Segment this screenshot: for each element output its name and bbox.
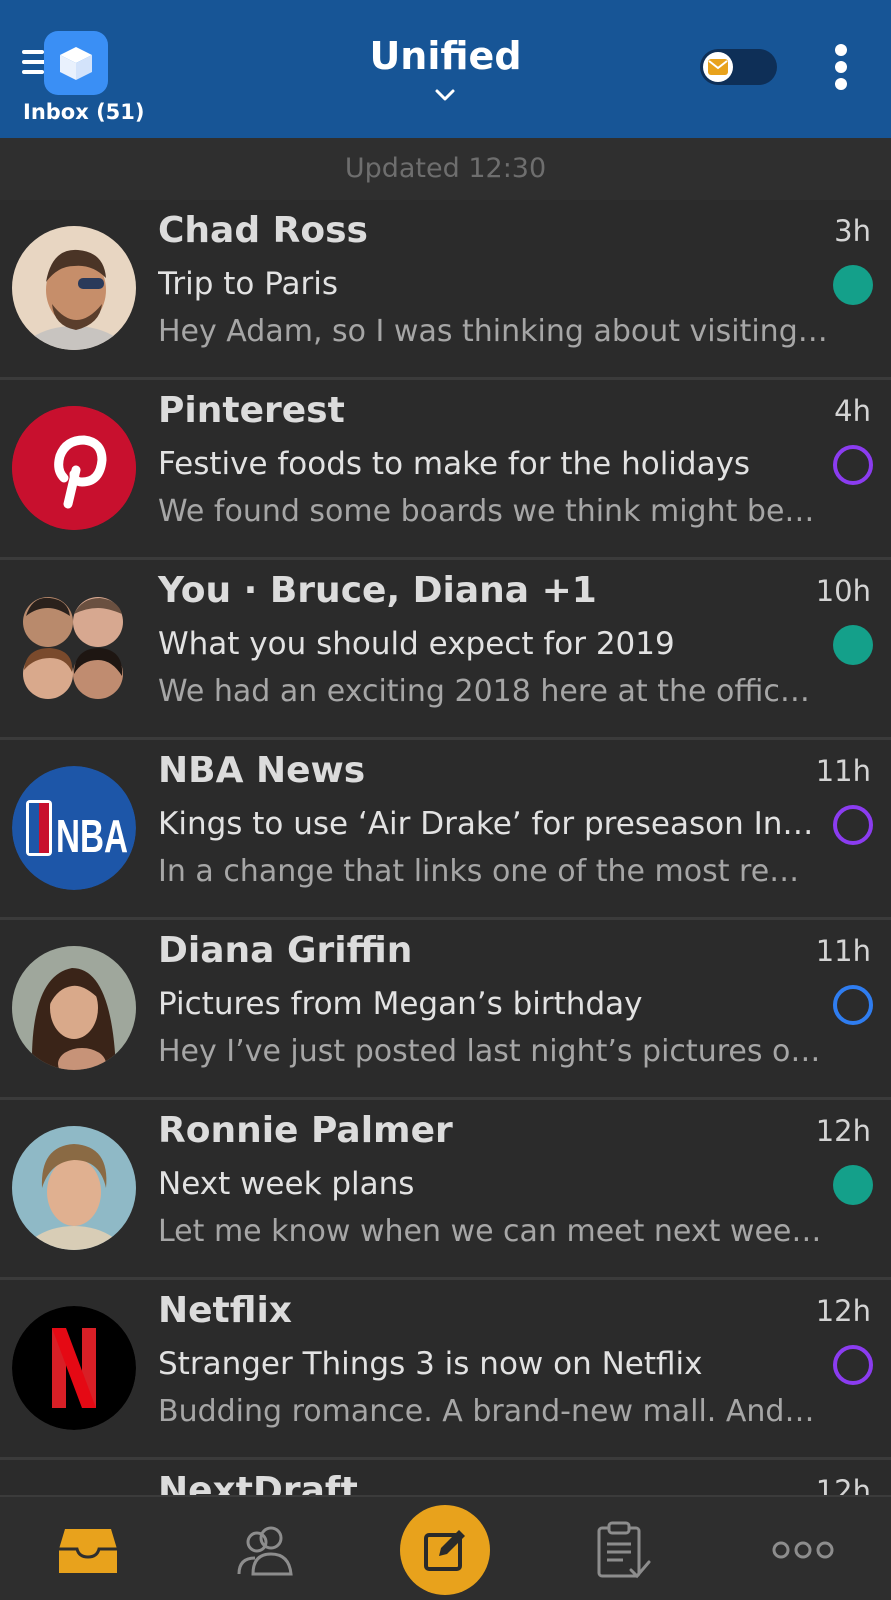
status-outline-dot[interactable]: [833, 1345, 873, 1385]
inbox-tray-icon: [59, 1528, 117, 1573]
status-filled-dot[interactable]: [833, 625, 873, 665]
message-preview: In a change that links one of the most r…: [158, 854, 800, 889]
message-row[interactable]: Netflix 12h Stranger Things 3 is now on …: [0, 1280, 891, 1460]
sender-name: Ronnie Palmer: [158, 1110, 453, 1151]
message-row[interactable]: NextDraft 12h: [0, 1460, 891, 1495]
message-list[interactable]: Chad Ross 3h Trip to Paris Hey Adam, so …: [0, 200, 891, 1495]
message-subject: Stranger Things 3 is now on Netflix: [158, 1346, 703, 1382]
envelope-icon: [703, 52, 733, 82]
sender-name: Chad Ross: [158, 210, 368, 251]
avatar: [12, 226, 136, 350]
message-row[interactable]: Ronnie Palmer 12h Next week plans Let me…: [0, 1100, 891, 1280]
message-subject: Kings to use ‘Air Drake’ for preseason I…: [158, 806, 814, 842]
focus-toggle[interactable]: [700, 49, 777, 85]
nba-logo-icon: NBA: [12, 766, 136, 890]
message-time: 11h: [815, 754, 871, 788]
message-preview: Budding romance. A brand-new mall. And…: [158, 1394, 815, 1429]
message-row[interactable]: You · Bruce, Diana +1 10h What you shoul…: [0, 560, 891, 740]
message-time: 10h: [815, 574, 871, 608]
sender-name: Netflix: [158, 1290, 292, 1331]
message-time: 12h: [815, 1294, 871, 1328]
contacts-tab[interactable]: [218, 1497, 314, 1600]
people-icon: [237, 1526, 293, 1575]
more-tab[interactable]: [755, 1497, 851, 1600]
message-subject: Trip to Paris: [158, 266, 339, 302]
sender-name: Diana Griffin: [158, 930, 413, 971]
sender-name: NBA News: [158, 750, 366, 791]
sender-name: Pinterest: [158, 390, 345, 431]
message-row[interactable]: Chad Ross 3h Trip to Paris Hey Adam, so …: [0, 200, 891, 380]
message-time: 12h: [815, 1114, 871, 1148]
message-subject: Pictures from Megan’s birthday: [158, 986, 643, 1022]
message-time: 4h: [834, 394, 871, 428]
status-filled-dot[interactable]: [833, 1165, 873, 1205]
message-preview: Hey I’ve just posted last night’s pictur…: [158, 1034, 828, 1069]
message-subject: Next week plans: [158, 1166, 415, 1202]
netflix-logo-icon: [12, 1306, 136, 1430]
message-preview: We had an exciting 2018 here at the offi…: [158, 674, 828, 709]
svg-text:NBA: NBA: [56, 810, 128, 862]
inbox-count-label[interactable]: Inbox (51): [23, 100, 145, 124]
app-header: Inbox (51) Unified: [0, 0, 891, 138]
more-options-icon[interactable]: [826, 42, 856, 92]
more-dots-icon: [772, 1541, 834, 1558]
inbox-tab[interactable]: [40, 1497, 136, 1600]
message-preview: Let me know when we can meet next week…: [158, 1214, 828, 1249]
message-subject: Festive foods to make for the holidays: [158, 446, 751, 482]
compose-pencil-icon: [424, 1530, 465, 1571]
pinterest-logo-icon: [12, 406, 136, 530]
status-filled-dot[interactable]: [833, 265, 873, 305]
compose-button[interactable]: [400, 1505, 490, 1595]
message-time: 3h: [834, 214, 871, 248]
message-subject: What you should expect for 2019: [158, 626, 675, 662]
group-avatars: [12, 586, 136, 710]
message-row[interactable]: Pinterest 4h Festive foods to make for t…: [0, 380, 891, 560]
sender-name: You · Bruce, Diana +1: [158, 570, 597, 611]
chevron-down-icon[interactable]: [434, 86, 456, 104]
message-row[interactable]: Diana Griffin 11h Pictures from Megan’s …: [0, 920, 891, 1100]
clipboard-check-icon: [597, 1521, 651, 1578]
updated-status: Updated 12:30: [0, 138, 891, 200]
message-time: 11h: [815, 934, 871, 968]
message-time: 12h: [815, 1474, 871, 1495]
avatar: [12, 946, 136, 1070]
status-outline-dot[interactable]: [833, 985, 873, 1025]
status-outline-dot[interactable]: [833, 445, 873, 485]
message-row[interactable]: NBA NBA News 11h Kings to use ‘Air Drake…: [0, 740, 891, 920]
avatar: [12, 1126, 136, 1250]
tasks-tab[interactable]: [575, 1497, 671, 1600]
message-preview: We found some boards we think might be…: [158, 494, 815, 529]
message-preview: Hey Adam, so I was thinking about visiti…: [158, 314, 828, 349]
sender-name: NextDraft: [158, 1470, 358, 1495]
status-outline-dot[interactable]: [833, 805, 873, 845]
